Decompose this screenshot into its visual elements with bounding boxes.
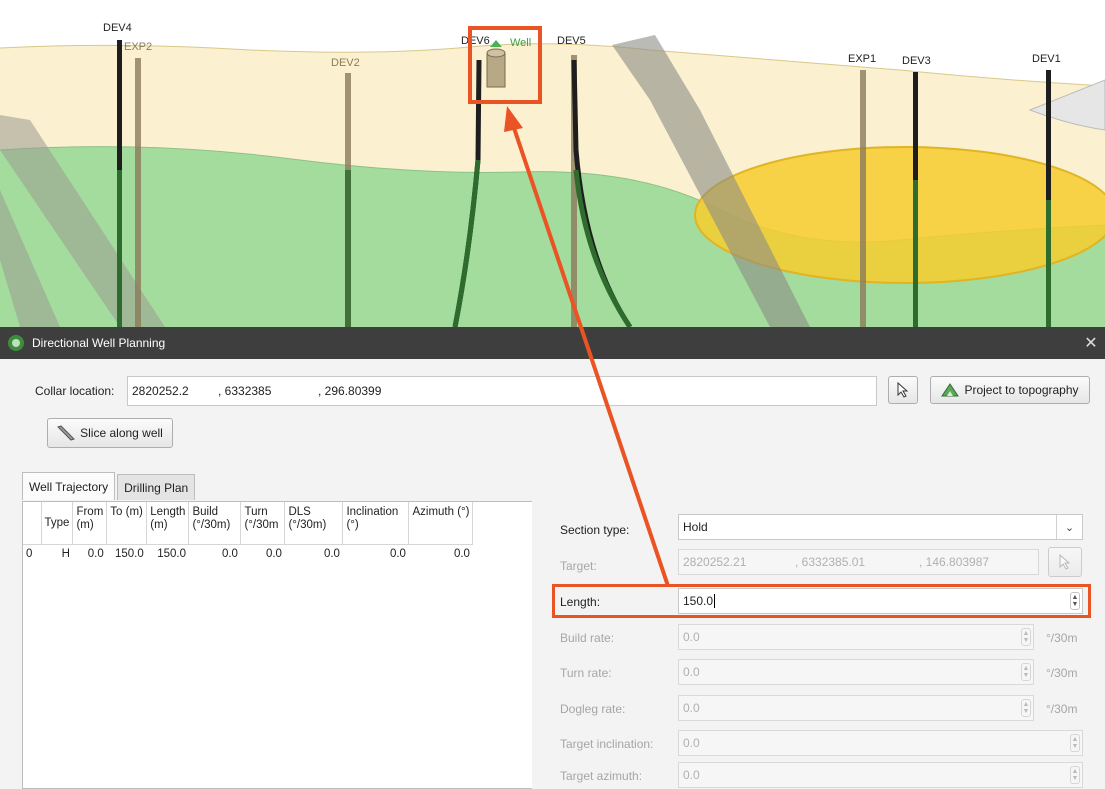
dogleg-rate-label: Dogleg rate: bbox=[560, 702, 626, 716]
slice-along-well-label: Slice along well bbox=[80, 426, 163, 440]
target-z: , 146.803987 bbox=[919, 555, 990, 569]
col-header-turn[interactable]: Turn (°/30m bbox=[240, 502, 286, 545]
dialog-titlebar: Directional Well Planning ✕ bbox=[0, 327, 1105, 359]
target-inclination-spinner[interactable]: ▲ ▼ bbox=[1070, 734, 1080, 752]
turn-rate-spinner[interactable]: ▲ ▼ bbox=[1021, 663, 1031, 681]
directional-well-planning-dialog: Directional Well Planning ✕ Collar locat… bbox=[0, 327, 1105, 789]
target-inclination-value: 0.0 bbox=[683, 736, 700, 750]
cell-dls: 0.0 bbox=[323, 547, 340, 560]
build-rate-value: 0.0 bbox=[683, 630, 700, 644]
collar-location-label: Collar location: bbox=[35, 384, 115, 398]
cell-type: H bbox=[61, 547, 70, 560]
pick-target-button[interactable] bbox=[1048, 547, 1082, 577]
well-label-dev1: DEV1 bbox=[1032, 53, 1061, 65]
target-azimuth-input[interactable]: 0.0 ▲ ▼ bbox=[678, 762, 1083, 788]
turn-rate-value: 0.0 bbox=[683, 665, 700, 679]
table-row[interactable]: 0 H 0.0 150.0 150.0 0.0 0.0 0.0 0.0 0.0 bbox=[23, 544, 473, 563]
collar-location-row: Collar location: 2820252.2 , 6332385 , 2… bbox=[35, 376, 877, 406]
slice-knife-icon bbox=[57, 425, 76, 441]
cell-build: 0.0 bbox=[221, 547, 238, 560]
col-header-from[interactable]: From (m) bbox=[72, 502, 108, 545]
col-header-build[interactable]: Build (°/30m) bbox=[188, 502, 242, 545]
target-label: Target: bbox=[560, 559, 597, 573]
cursor-arrow-icon bbox=[897, 382, 909, 398]
pick-location-button[interactable] bbox=[888, 376, 918, 404]
collar-location-field[interactable]: 2820252.2 , 6332385 , 296.80399 bbox=[127, 376, 877, 406]
slice-along-well-button[interactable]: Slice along well bbox=[47, 418, 173, 448]
turn-rate-label: Turn rate: bbox=[560, 666, 612, 680]
dogleg-rate-unit: °/30m bbox=[1046, 702, 1078, 716]
cell-azimuth: 0.0 bbox=[453, 547, 470, 560]
col-header-index[interactable] bbox=[23, 502, 42, 545]
cell-from: 0.0 bbox=[87, 547, 104, 560]
tab-drilling-plan[interactable]: Drilling Plan bbox=[117, 474, 196, 500]
well-label-exp2: EXP2 bbox=[124, 41, 153, 53]
cursor-arrow-icon bbox=[1059, 554, 1071, 570]
build-rate-unit: °/30m bbox=[1046, 631, 1078, 645]
collar-y[interactable]: , 6332385 bbox=[218, 384, 318, 398]
cell-to: 150.0 bbox=[115, 547, 144, 560]
well-label-dev6: DEV6 bbox=[461, 35, 490, 47]
target-y: , 6332385.01 bbox=[795, 555, 866, 569]
build-rate-input[interactable]: 0.0 ▲ ▼ bbox=[678, 624, 1034, 650]
cell-length: 150.0 bbox=[157, 547, 186, 560]
target-field[interactable]: 2820252.21 , 6332385.01 , 146.803987 bbox=[678, 549, 1039, 575]
target-x: 2820252.21 bbox=[683, 555, 747, 569]
target-azimuth-value: 0.0 bbox=[683, 768, 700, 782]
dogleg-rate-value: 0.0 bbox=[683, 701, 700, 715]
dogleg-rate-spinner[interactable]: ▲ ▼ bbox=[1021, 699, 1031, 717]
turn-rate-input[interactable]: 0.0 ▲ ▼ bbox=[678, 659, 1034, 685]
well-label-exp1: EXP1 bbox=[848, 53, 877, 65]
well-label-dev2: DEV2 bbox=[331, 57, 360, 69]
target-azimuth-label: Target azimuth: bbox=[560, 769, 643, 783]
app-icon bbox=[8, 335, 24, 351]
dialog-tabs: Well Trajectory Drilling Plan bbox=[22, 472, 197, 500]
scene-graphics bbox=[0, 35, 1105, 327]
col-header-to[interactable]: To (m) bbox=[106, 502, 148, 545]
target-inclination-label: Target inclination: bbox=[560, 737, 654, 751]
col-header-dls[interactable]: DLS (°/30m) bbox=[284, 502, 344, 545]
col-header-length[interactable]: Length (m) bbox=[146, 502, 190, 545]
dialog-title: Directional Well Planning bbox=[32, 336, 166, 350]
table-header-row: Type From (m) To (m) Length (m) Build (°… bbox=[23, 502, 474, 545]
cell-inclination: 0.0 bbox=[389, 547, 406, 560]
section-type-dropdown[interactable]: Hold ⌄ bbox=[678, 514, 1083, 540]
collar-x[interactable]: 2820252.2 bbox=[132, 384, 218, 398]
target-inclination-input[interactable]: 0.0 ▲ ▼ bbox=[678, 730, 1083, 756]
cell-turn: 0.0 bbox=[265, 547, 282, 560]
well-label-dev4: DEV4 bbox=[103, 22, 132, 34]
well-label-dev5: DEV5 bbox=[557, 35, 586, 47]
cell-index: 0 bbox=[26, 547, 33, 560]
turn-rate-unit: °/30m bbox=[1046, 666, 1078, 680]
topography-icon bbox=[941, 383, 960, 397]
trajectory-table: Type From (m) To (m) Length (m) Build (°… bbox=[22, 501, 532, 789]
build-rate-label: Build rate: bbox=[560, 631, 615, 645]
col-header-azimuth[interactable]: Azimuth (°) bbox=[408, 502, 474, 545]
tab-well-trajectory[interactable]: Well Trajectory bbox=[22, 472, 116, 500]
length-highlight-box bbox=[552, 584, 1091, 618]
3d-scene-view[interactable]: DEV4 EXP2 DEV2 DEV6 Well DEV5 EXP1 DEV3 … bbox=[0, 0, 1105, 327]
target-azimuth-spinner[interactable]: ▲ ▼ bbox=[1070, 766, 1080, 784]
build-rate-spinner[interactable]: ▲ ▼ bbox=[1021, 628, 1031, 646]
section-type-value: Hold bbox=[683, 520, 708, 534]
project-to-topography-label: Project to topography bbox=[964, 383, 1079, 397]
collar-z[interactable]: , 296.80399 bbox=[318, 384, 381, 398]
close-icon[interactable]: ✕ bbox=[1077, 333, 1105, 353]
dogleg-rate-input[interactable]: 0.0 ▲ ▼ bbox=[678, 695, 1034, 721]
col-header-type[interactable]: Type bbox=[41, 502, 74, 545]
chevron-down-icon[interactable]: ⌄ bbox=[1056, 515, 1082, 539]
project-to-topography-button[interactable]: Project to topography bbox=[930, 376, 1090, 404]
col-header-inclination[interactable]: Inclination (°) bbox=[342, 502, 410, 545]
well-label-dev3: DEV3 bbox=[902, 55, 931, 67]
well-label-well: Well bbox=[510, 37, 532, 49]
section-type-label: Section type: bbox=[560, 523, 630, 537]
